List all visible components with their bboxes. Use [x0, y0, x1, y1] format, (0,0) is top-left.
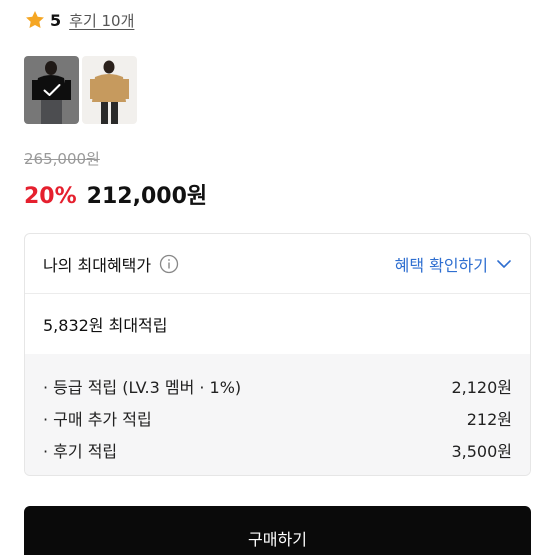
price-row: 20% 212,000원 — [24, 178, 207, 210]
thumbnail-list — [24, 56, 137, 124]
thumbnail-tan-jacket[interactable] — [82, 56, 137, 124]
benefit-detail-value: 2,120원 — [451, 378, 512, 397]
benefit-detail-value: 212원 — [466, 410, 512, 429]
rating-row: 5 후기 10개 — [24, 8, 134, 32]
benefit-detail-list: 등급 적립 (LV.3 멤버 · 1%) 2,120원 구매 추가 적립 212… — [25, 354, 530, 475]
chevron-down-icon — [496, 256, 512, 272]
rating-score: 5 — [50, 10, 62, 30]
benefit-detail-row: 후기 적립 3,500원 — [43, 434, 512, 466]
benefit-title: 나의 최대혜택가 — [43, 255, 152, 275]
benefit-detail-row: 등급 적립 (LV.3 멤버 · 1%) 2,120원 — [43, 370, 512, 402]
buy-button-label: 구매하기 — [248, 530, 307, 549]
benefit-detail-label: 구매 추가 적립 — [43, 406, 152, 430]
benefit-title-wrap: 나의 최대혜택가 — [43, 252, 179, 276]
star-icon — [24, 9, 46, 31]
benefit-summary: 5,832원 최대적립 — [43, 316, 168, 335]
benefit-header: 나의 최대혜택가 혜택 확인하기 — [25, 234, 530, 294]
benefit-detail-row: 구매 추가 적립 212원 — [43, 402, 512, 434]
thumbnail-black-jacket[interactable] — [24, 56, 79, 124]
benefit-box: 나의 최대혜택가 혜택 확인하기 5,832원 최대적립 등급 적립 (LV.3… — [24, 233, 531, 476]
sale-price: 212,000원 — [86, 184, 208, 209]
review-count-link[interactable]: 후기 10개 — [69, 10, 134, 31]
benefit-toggle-label: 혜택 확인하기 — [394, 255, 488, 275]
benefit-detail-label: 후기 적립 — [43, 438, 117, 462]
info-icon[interactable] — [159, 254, 179, 274]
discount-rate: 20% — [24, 184, 77, 209]
benefit-detail-label: 등급 적립 (LV.3 멤버 · 1%) — [43, 374, 241, 398]
selected-overlay — [24, 56, 79, 124]
benefit-detail-value: 3,500원 — [451, 442, 512, 461]
original-price: 265,000원 — [24, 150, 100, 168]
checkmark-icon — [43, 83, 61, 97]
buy-button[interactable]: 구매하기 — [24, 506, 531, 555]
benefit-toggle-button[interactable]: 혜택 확인하기 — [395, 252, 512, 276]
